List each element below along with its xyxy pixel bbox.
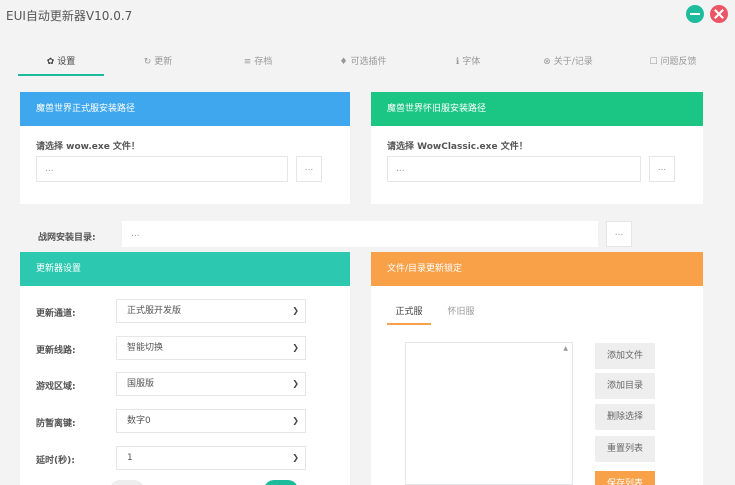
scroll-up-icon[interactable]: ▲ <box>563 345 568 352</box>
panel-title: 魔兽世界怀旧服安装路径 <box>371 92 703 126</box>
afk-key-label: 防暂离键: <box>36 419 76 429</box>
region-label: 游戏区域: <box>36 382 76 392</box>
chevron-down-icon: ❯ <box>292 453 299 462</box>
tab-feedback[interactable]: ☐ 问题反馈 <box>628 50 718 76</box>
refresh-icon: ↻ <box>143 57 152 67</box>
info-icon: ⊗ <box>543 57 551 67</box>
toggle-switch[interactable] <box>264 480 298 485</box>
tab-label: 关于/记录 <box>553 57 593 67</box>
tab-label: 存档 <box>254 57 273 67</box>
channel-label: 更新通道: <box>36 309 76 319</box>
title-bar: EUI自动更新器V10.0.7 <box>0 0 735 30</box>
panel-title: 文件/目录更新锁定 <box>371 252 703 286</box>
battlenet-label: 战网安装目录: <box>38 233 96 243</box>
add-directory-button[interactable]: 添加目录 <box>595 373 655 399</box>
tab-update[interactable]: ↻ 更新 <box>118 50 198 76</box>
delete-selection-button[interactable]: 删除选择 <box>595 404 655 430</box>
toggle-switch[interactable] <box>110 480 144 485</box>
file-lock-panel: 文件/目录更新锁定 正式服 怀旧服 ▲ 添加文件 添加目录 删除选择 重置列表 … <box>371 252 703 485</box>
select-value: 数字0 <box>127 416 151 426</box>
retail-path-panel: 魔兽世界正式服安装路径 请选择 wow.exe 文件！ ... ... <box>20 92 350 204</box>
tab-fonts[interactable]: ℹ 字体 <box>428 50 508 76</box>
save-list-button[interactable]: 保存列表 <box>595 471 655 485</box>
tab-optional-addons[interactable]: ♦ 可选插件 <box>318 50 408 76</box>
select-value: 1 <box>127 453 133 463</box>
region-select[interactable]: 国服版 ❯ <box>116 372 306 396</box>
select-value: 正式服开发版 <box>127 306 182 316</box>
retail-browse-button[interactable]: ... <box>296 156 322 182</box>
classic-path-input[interactable]: ... <box>387 156 641 182</box>
pin-icon: ♦ <box>339 57 348 67</box>
delay-select[interactable]: 1 ❯ <box>116 446 306 470</box>
retail-prompt: 请选择 wow.exe 文件！ <box>36 142 140 152</box>
delay-label: 延时(秒): <box>36 456 75 466</box>
chevron-down-icon: ❯ <box>292 379 299 388</box>
updater-settings-panel: 更新器设置 更新通道: 正式服开发版 ❯ 更新线路: 智能切换 ❯ 游戏区域: 国服… <box>20 252 350 485</box>
chevron-down-icon: ❯ <box>292 343 299 352</box>
tab-label: 设置 <box>57 57 76 67</box>
select-value: 国服版 <box>127 379 155 389</box>
archive-icon: ≡ <box>243 57 252 67</box>
chevron-down-icon: ❯ <box>292 416 299 425</box>
classic-path-panel: 魔兽世界怀旧服安装路径 请选择 WowClassic.exe 文件！ ... .… <box>371 92 703 204</box>
channel-select[interactable]: 正式服开发版 ❯ <box>116 299 306 323</box>
tab-about[interactable]: ⊗ 关于/记录 <box>518 50 618 76</box>
classic-browse-button[interactable]: ... <box>649 156 675 182</box>
tab-label: 问题反馈 <box>660 57 697 67</box>
app-title: EUI自动更新器V10.0.7 <box>6 9 133 23</box>
main-tabs: ✿ 设置 ↻ 更新 ≡ 存档 ♦ 可选插件 ℹ 字体 ⊗ 关于/记录 ☐ 问题反馈 <box>18 50 718 76</box>
panel-title: 更新器设置 <box>20 252 350 286</box>
font-icon: ℹ <box>455 57 460 67</box>
retail-path-input[interactable]: ... <box>36 156 288 182</box>
gear-icon: ✿ <box>46 57 55 67</box>
minimize-icon[interactable] <box>686 5 704 23</box>
close-icon[interactable] <box>710 5 728 23</box>
route-select[interactable]: 智能切换 ❯ <box>116 336 306 360</box>
classic-prompt: 请选择 WowClassic.exe 文件！ <box>387 142 528 152</box>
subtab-retail[interactable]: 正式服 <box>387 299 431 325</box>
tab-label: 可选插件 <box>350 57 387 67</box>
add-file-button[interactable]: 添加文件 <box>595 343 655 369</box>
select-value: 智能切换 <box>127 343 164 353</box>
tab-archive[interactable]: ≡ 存档 <box>218 50 298 76</box>
locked-files-list[interactable]: ▲ <box>405 342 573 485</box>
tab-label: 字体 <box>462 57 481 67</box>
route-label: 更新线路: <box>36 346 76 356</box>
chevron-down-icon: ❯ <box>292 306 299 315</box>
subtab-classic[interactable]: 怀旧服 <box>441 299 481 325</box>
battlenet-path-input[interactable]: ... <box>122 221 598 247</box>
panel-title: 魔兽世界正式服安装路径 <box>20 92 350 126</box>
tab-label: 更新 <box>154 57 173 67</box>
tab-settings[interactable]: ✿ 设置 <box>18 50 104 76</box>
comment-icon: ☐ <box>649 57 658 67</box>
reset-list-button[interactable]: 重置列表 <box>595 436 655 462</box>
battlenet-browse-button[interactable]: ... <box>606 221 632 247</box>
afk-key-select[interactable]: 数字0 ❯ <box>116 409 306 433</box>
